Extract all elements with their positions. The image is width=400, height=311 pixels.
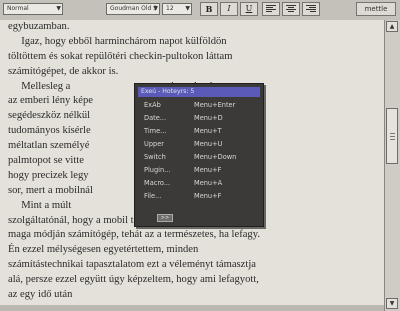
grip-line xyxy=(390,136,395,137)
menu-item-shortcut: Menu+D xyxy=(194,114,223,122)
style-select[interactable]: Normal ▼ xyxy=(3,3,63,15)
bold-button[interactable]: B xyxy=(200,2,218,16)
style-select-value: Normal xyxy=(7,5,29,12)
align-center-icon xyxy=(286,5,296,12)
scroll-up-button[interactable]: ▲ xyxy=(386,21,398,32)
align-left-button[interactable] xyxy=(262,2,280,16)
text-line: Igaz, hogy ebből harminchárom napot külf… xyxy=(8,35,227,47)
font-select-value: Goudman Old S xyxy=(110,5,158,12)
menu-item-label: File... xyxy=(144,192,162,200)
bottom-edge xyxy=(0,305,385,311)
text-line: az egy idő után xyxy=(8,289,73,301)
grip-line xyxy=(390,139,395,140)
italic-button[interactable]: I xyxy=(220,2,238,16)
menu-item-file[interactable]: File... Menu+F xyxy=(138,190,260,203)
popup-title: Exeú - Hoteyrs: 5 xyxy=(138,87,260,97)
align-right-icon xyxy=(306,5,316,12)
vertical-scrollbar[interactable]: ▲ ▼ xyxy=(384,20,400,311)
text-line: maga módján számítógép, tehát az a termé… xyxy=(8,229,260,241)
menu-item-upper[interactable]: Upper Menu+U xyxy=(138,138,260,151)
scroll-down-button[interactable]: ▼ xyxy=(386,298,398,309)
arrow-down-icon: ▼ xyxy=(389,300,395,307)
menu-item-shortcut: Menu+T xyxy=(194,127,222,135)
text-line: egybuzamban. xyxy=(8,21,70,32)
menu-item-shortcut: Menu+A xyxy=(194,179,223,187)
menu-item-exab[interactable]: ExAb Menu+Enter xyxy=(138,99,260,112)
menu-item-plugin[interactable]: Plugin... Menu+F xyxy=(138,164,260,177)
more-button[interactable]: >> xyxy=(157,214,173,222)
menu-item-label: Date... xyxy=(144,114,167,122)
menu-item-label: Time... xyxy=(144,127,167,135)
menu-item-label: Upper xyxy=(144,140,164,148)
chevron-down-icon: ▼ xyxy=(153,5,158,12)
chevron-down-icon: ▼ xyxy=(56,5,61,12)
underline-button[interactable]: U xyxy=(240,2,258,16)
menu-item-label: Plugin... xyxy=(144,166,171,174)
menu-item-shortcut: Menu+F xyxy=(194,192,222,200)
menu-item-time[interactable]: Time... Menu+T xyxy=(138,125,260,138)
menu-item-shortcut: Menu+Enter xyxy=(194,101,236,109)
menu-item-label: Macro... xyxy=(144,179,171,187)
toolbar-right-button[interactable]: mettle xyxy=(356,2,396,16)
font-select[interactable]: Goudman Old S ▼ xyxy=(106,3,160,15)
size-select[interactable]: 12 ▼ xyxy=(162,3,192,15)
toolbar: Normal ▼ Goudman Old S ▼ 12 ▼ B I U mett… xyxy=(0,0,400,21)
grip-line xyxy=(390,133,395,134)
chevron-down-icon: ▼ xyxy=(185,5,190,12)
text-line: Én ezzel mélységesen egyetértettem, mind… xyxy=(8,244,199,256)
menu-item-switch[interactable]: Switch Menu+Down xyxy=(138,151,260,164)
text-line: töltöttem és sokat repülőtéri checkin-pu… xyxy=(8,50,233,62)
text-line: alá, persze ezzel együtt úgy képzeltem, … xyxy=(8,274,259,286)
align-center-button[interactable] xyxy=(282,2,300,16)
menu-item-date[interactable]: Date... Menu+D xyxy=(138,112,260,125)
menu-item-shortcut: Menu+Down xyxy=(194,153,237,161)
size-select-value: 12 xyxy=(166,5,174,12)
text-line: számítástechnikai tapasztalatom ezt a vé… xyxy=(8,259,256,271)
popup-menu: Exeú - Hoteyrs: 5 ExAb Menu+Enter Date..… xyxy=(134,83,264,227)
menu-item-macro[interactable]: Macro... Menu+A xyxy=(138,177,260,190)
menu-item-label: ExAb xyxy=(144,101,161,109)
align-right-button[interactable] xyxy=(302,2,320,16)
menu-item-shortcut: Menu+U xyxy=(194,140,223,148)
text-line: számítógépet, de akkor is. xyxy=(8,65,119,77)
screen: Normal ▼ Goudman Old S ▼ 12 ▼ B I U mett… xyxy=(0,0,400,311)
arrow-up-icon: ▲ xyxy=(389,23,395,30)
menu-item-label: Switch xyxy=(144,153,166,161)
align-left-icon xyxy=(266,5,276,12)
scroll-thumb[interactable] xyxy=(386,108,398,164)
menu-item-shortcut: Menu+F xyxy=(194,166,222,174)
